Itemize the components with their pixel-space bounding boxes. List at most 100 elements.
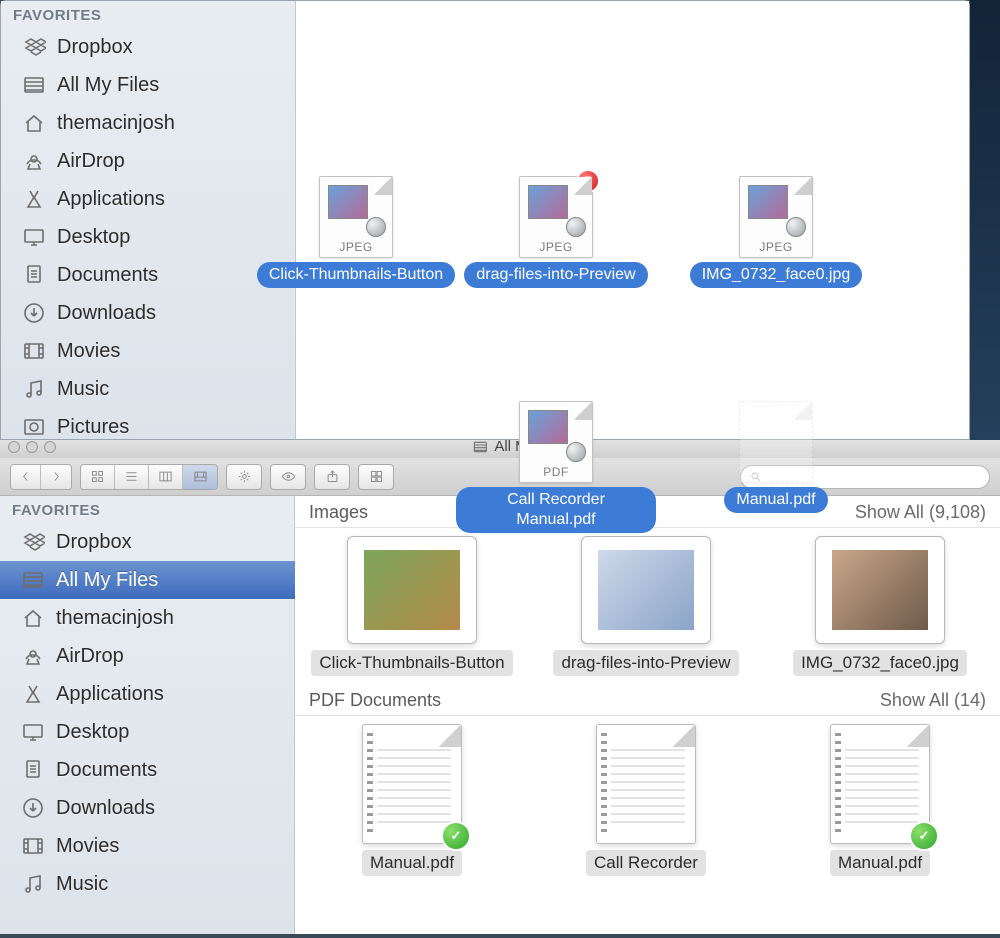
- coverflow-item[interactable]: drag-files-into-Preview: [541, 536, 751, 676]
- airdrop-icon: [20, 643, 46, 669]
- sidebar-item-applications[interactable]: Applications: [0, 675, 295, 713]
- pictures-icon: [21, 414, 47, 440]
- view-segment: [80, 464, 218, 490]
- view-coverflow-button[interactable]: [183, 465, 217, 489]
- sidebar-item-music[interactable]: Music: [0, 865, 295, 903]
- sidebar-item-home[interactable]: themacinjosh: [1, 104, 296, 142]
- file-icon: JPEG: [319, 176, 393, 258]
- quicklook-segment: [270, 464, 306, 490]
- quicklook-button[interactable]: [271, 465, 305, 489]
- forward-button[interactable]: [41, 465, 71, 489]
- check-badge-icon: ✓: [441, 821, 471, 851]
- sidebar-item-label: Applications: [57, 188, 165, 211]
- sidebar-item-label: Downloads: [57, 302, 156, 325]
- sidebar-item-label: themacinjosh: [57, 112, 175, 135]
- coverflow-icon: [193, 469, 208, 484]
- coverflow-item[interactable]: ✓ Manual.pdf: [775, 724, 985, 876]
- sidebar-item-downloads[interactable]: Downloads: [0, 789, 295, 827]
- file-format-label: JPEG: [520, 240, 592, 254]
- file-label: Call Recorder: [586, 850, 706, 876]
- sidebar-item-label: Desktop: [57, 226, 130, 249]
- nav-segment: [10, 464, 72, 490]
- home-icon: [21, 110, 47, 136]
- share-button[interactable]: [315, 465, 349, 489]
- file-label: drag-files-into-Preview: [553, 650, 738, 676]
- sidebar-item-label: Movies: [56, 835, 119, 858]
- sidebar-item-all-my-files[interactable]: All My Files: [1, 66, 296, 104]
- sidebar-item-label: Desktop: [56, 721, 129, 744]
- desktop-icon: [20, 719, 46, 745]
- show-all-link[interactable]: Show All (9,108): [855, 502, 986, 523]
- sidebar-item-label: Music: [56, 873, 108, 896]
- sidebar-item-documents[interactable]: Documents: [0, 751, 295, 789]
- drag-file-2[interactable]: JPEG IMG_0732_face0.jpg: [666, 176, 886, 288]
- sidebar-item-label: AirDrop: [56, 645, 124, 668]
- file-label: Click-Thumbnails-Button: [257, 262, 455, 288]
- eye-icon: [281, 469, 296, 484]
- file-icon: JPEG: [739, 176, 813, 258]
- sidebar-item-desktop[interactable]: Desktop: [0, 713, 295, 751]
- file-label: Call Recorder Manual.pdf: [456, 487, 656, 533]
- sidebar-item-documents[interactable]: Documents: [1, 256, 296, 294]
- drag-file-4[interactable]: Manual.pdf: [686, 401, 866, 513]
- file-icon: PDF: [519, 401, 593, 483]
- finder-content[interactable]: Images Show All (9,108) Click-Thumbnails…: [295, 496, 1000, 934]
- sidebar-item-movies[interactable]: Movies: [1, 332, 296, 370]
- sidebar-item-label: Pictures: [57, 416, 129, 439]
- back-button[interactable]: [11, 465, 41, 489]
- sidebar-item-desktop[interactable]: Desktop: [1, 218, 296, 256]
- sidebar-item-music[interactable]: Music: [1, 370, 296, 408]
- file-label: Manual.pdf: [724, 487, 827, 513]
- view-columns-button[interactable]: [149, 465, 183, 489]
- view-icon-button[interactable]: [81, 465, 115, 489]
- coverflow-item[interactable]: IMG_0732_face0.jpg: [775, 536, 985, 676]
- music-icon: [20, 871, 46, 897]
- sidebar-item-all-my-files[interactable]: All My Files: [0, 561, 295, 599]
- grid-icon: [90, 469, 105, 484]
- drag-selection-pane[interactable]: JPEG Click-Thumbnails-Button JPEG 5 drag…: [296, 1, 969, 439]
- downloads-icon: [20, 795, 46, 821]
- drag-file-3[interactable]: PDF Call Recorder Manual.pdf: [456, 401, 656, 533]
- sidebar-item-label: All My Files: [57, 74, 159, 97]
- sidebar-item-home[interactable]: themacinjosh: [0, 599, 295, 637]
- images-coverflow[interactable]: Click-Thumbnails-Button drag-files-into-…: [295, 528, 1000, 684]
- section-title: PDF Documents: [309, 690, 441, 711]
- arrange-menu-button[interactable]: [359, 465, 393, 489]
- coverflow-item[interactable]: Call Recorder: [541, 724, 751, 876]
- drag-file-0[interactable]: JPEG Click-Thumbnails-Button: [256, 176, 456, 288]
- action-menu-button[interactable]: [227, 465, 261, 489]
- show-all-link[interactable]: Show All (14): [880, 690, 986, 711]
- pdf-thumbnail: [596, 724, 696, 844]
- pdfs-coverflow[interactable]: ✓ Manual.pdf Call Recorder ✓ Manual.pdf: [295, 716, 1000, 884]
- coverflow-item[interactable]: Click-Thumbnails-Button: [307, 536, 517, 676]
- columns-icon: [158, 469, 173, 484]
- desktop-icon: [21, 224, 47, 250]
- file-label: IMG_0732_face0.jpg: [793, 650, 967, 676]
- applications-icon: [20, 681, 46, 707]
- movies-icon: [21, 338, 47, 364]
- coverflow-item[interactable]: ✓ Manual.pdf: [307, 724, 517, 876]
- sidebar-item-applications[interactable]: Applications: [1, 180, 296, 218]
- file-icon: [739, 401, 813, 483]
- chevron-right-icon: [49, 469, 63, 484]
- file-label: drag-files-into-Preview: [464, 262, 647, 288]
- drag-count-badge: 5: [576, 169, 600, 193]
- dropbox-icon: [20, 529, 46, 555]
- sidebar-front: FAVORITES Dropbox All My Files themacinj…: [1, 1, 296, 439]
- sidebar-item-movies[interactable]: Movies: [0, 827, 295, 865]
- sidebar-item-airdrop[interactable]: AirDrop: [0, 637, 295, 675]
- image-thumbnail: [815, 536, 945, 644]
- sidebar-item-dropbox[interactable]: Dropbox: [0, 523, 295, 561]
- pdf-thumbnail: ✓: [830, 724, 930, 844]
- sidebar-item-airdrop[interactable]: AirDrop: [1, 142, 296, 180]
- sidebar-item-dropbox[interactable]: Dropbox: [1, 28, 296, 66]
- gear-icon: [237, 469, 252, 484]
- sidebar-item-pictures[interactable]: Pictures: [1, 408, 296, 446]
- arrange-icon: [369, 469, 384, 484]
- share-segment: [314, 464, 350, 490]
- sidebar-item-label: Music: [57, 378, 109, 401]
- drag-file-1[interactable]: JPEG 5 drag-files-into-Preview: [456, 176, 656, 288]
- view-list-button[interactable]: [115, 465, 149, 489]
- sidebar-item-downloads[interactable]: Downloads: [1, 294, 296, 332]
- applications-icon: [21, 186, 47, 212]
